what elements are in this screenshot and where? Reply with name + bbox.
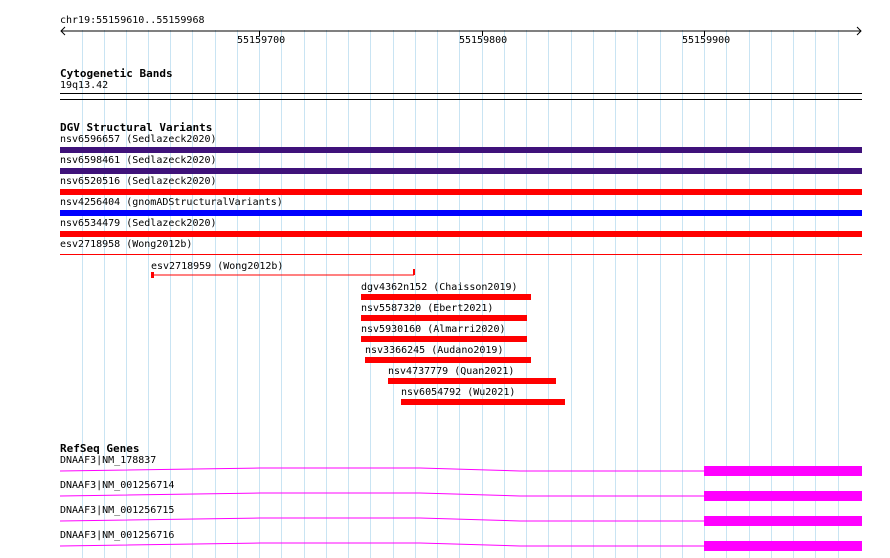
variant-label[interactable]: nsv5930160 (Almarri2020) — [361, 324, 506, 336]
variant-label[interactable]: dgv4362n152 (Chaisson2019) — [361, 282, 518, 294]
variant-interval[interactable] — [0, 268, 890, 282]
band-label: 19q13.42 — [60, 80, 109, 91]
variant-bar[interactable] — [60, 168, 862, 174]
transcript-model[interactable] — [0, 462, 890, 476]
transcript-model[interactable] — [0, 537, 890, 551]
variant-label[interactable]: nsv5587320 (Ebert2021) — [361, 303, 493, 315]
variant-line[interactable] — [60, 254, 862, 255]
track-title[interactable]: DGV Structural Variants — [60, 121, 212, 134]
transcript-model[interactable] — [0, 512, 890, 526]
ruler-tick-label: 55159900 — [682, 35, 731, 46]
variant-bar[interactable] — [388, 378, 556, 384]
variant-bar[interactable] — [361, 336, 527, 342]
variant-bar[interactable] — [60, 231, 862, 237]
variant-label[interactable]: nsv3366245 (Audano2019) — [365, 345, 503, 357]
variant-label[interactable]: nsv4737779 (Quan2021) — [388, 366, 514, 378]
variant-label[interactable]: nsv6054792 (Wu2021) — [401, 387, 515, 399]
variant-bar[interactable] — [361, 294, 531, 300]
ruler-tick-label: 55159700 — [237, 35, 286, 46]
variant-bar[interactable] — [60, 210, 862, 216]
variant-label[interactable]: nsv6596657 (Sedlazeck2020) — [60, 134, 217, 146]
cytoband-top-edge — [60, 93, 862, 94]
genome-browser-panel: chr19:55159610..55159968 55159700 551598… — [0, 0, 890, 558]
variant-bar[interactable] — [60, 147, 862, 153]
variant-label[interactable]: nsv6520516 (Sedlazeck2020) — [60, 176, 217, 188]
variant-label[interactable]: nsv6598461 (Sedlazeck2020) — [60, 155, 217, 167]
ruler-tick-label: 55159800 — [459, 35, 508, 46]
cytoband-bottom-edge — [60, 99, 862, 100]
variant-label[interactable]: nsv4256404 (gnomADStructuralVariants) — [60, 197, 283, 209]
variant-label[interactable]: esv2718958 (Wong2012b) — [60, 239, 192, 251]
transcript-model[interactable] — [0, 487, 890, 501]
track-title[interactable]: Cytogenetic Bands — [60, 67, 173, 80]
variant-bar[interactable] — [60, 189, 862, 195]
ruler-axis — [60, 26, 862, 36]
track-title[interactable]: RefSeq Genes — [60, 442, 139, 455]
variant-bar[interactable] — [361, 315, 527, 321]
variant-label[interactable]: nsv6534479 (Sedlazeck2020) — [60, 218, 217, 230]
variant-bar[interactable] — [365, 357, 531, 363]
variant-bar[interactable] — [401, 399, 565, 405]
